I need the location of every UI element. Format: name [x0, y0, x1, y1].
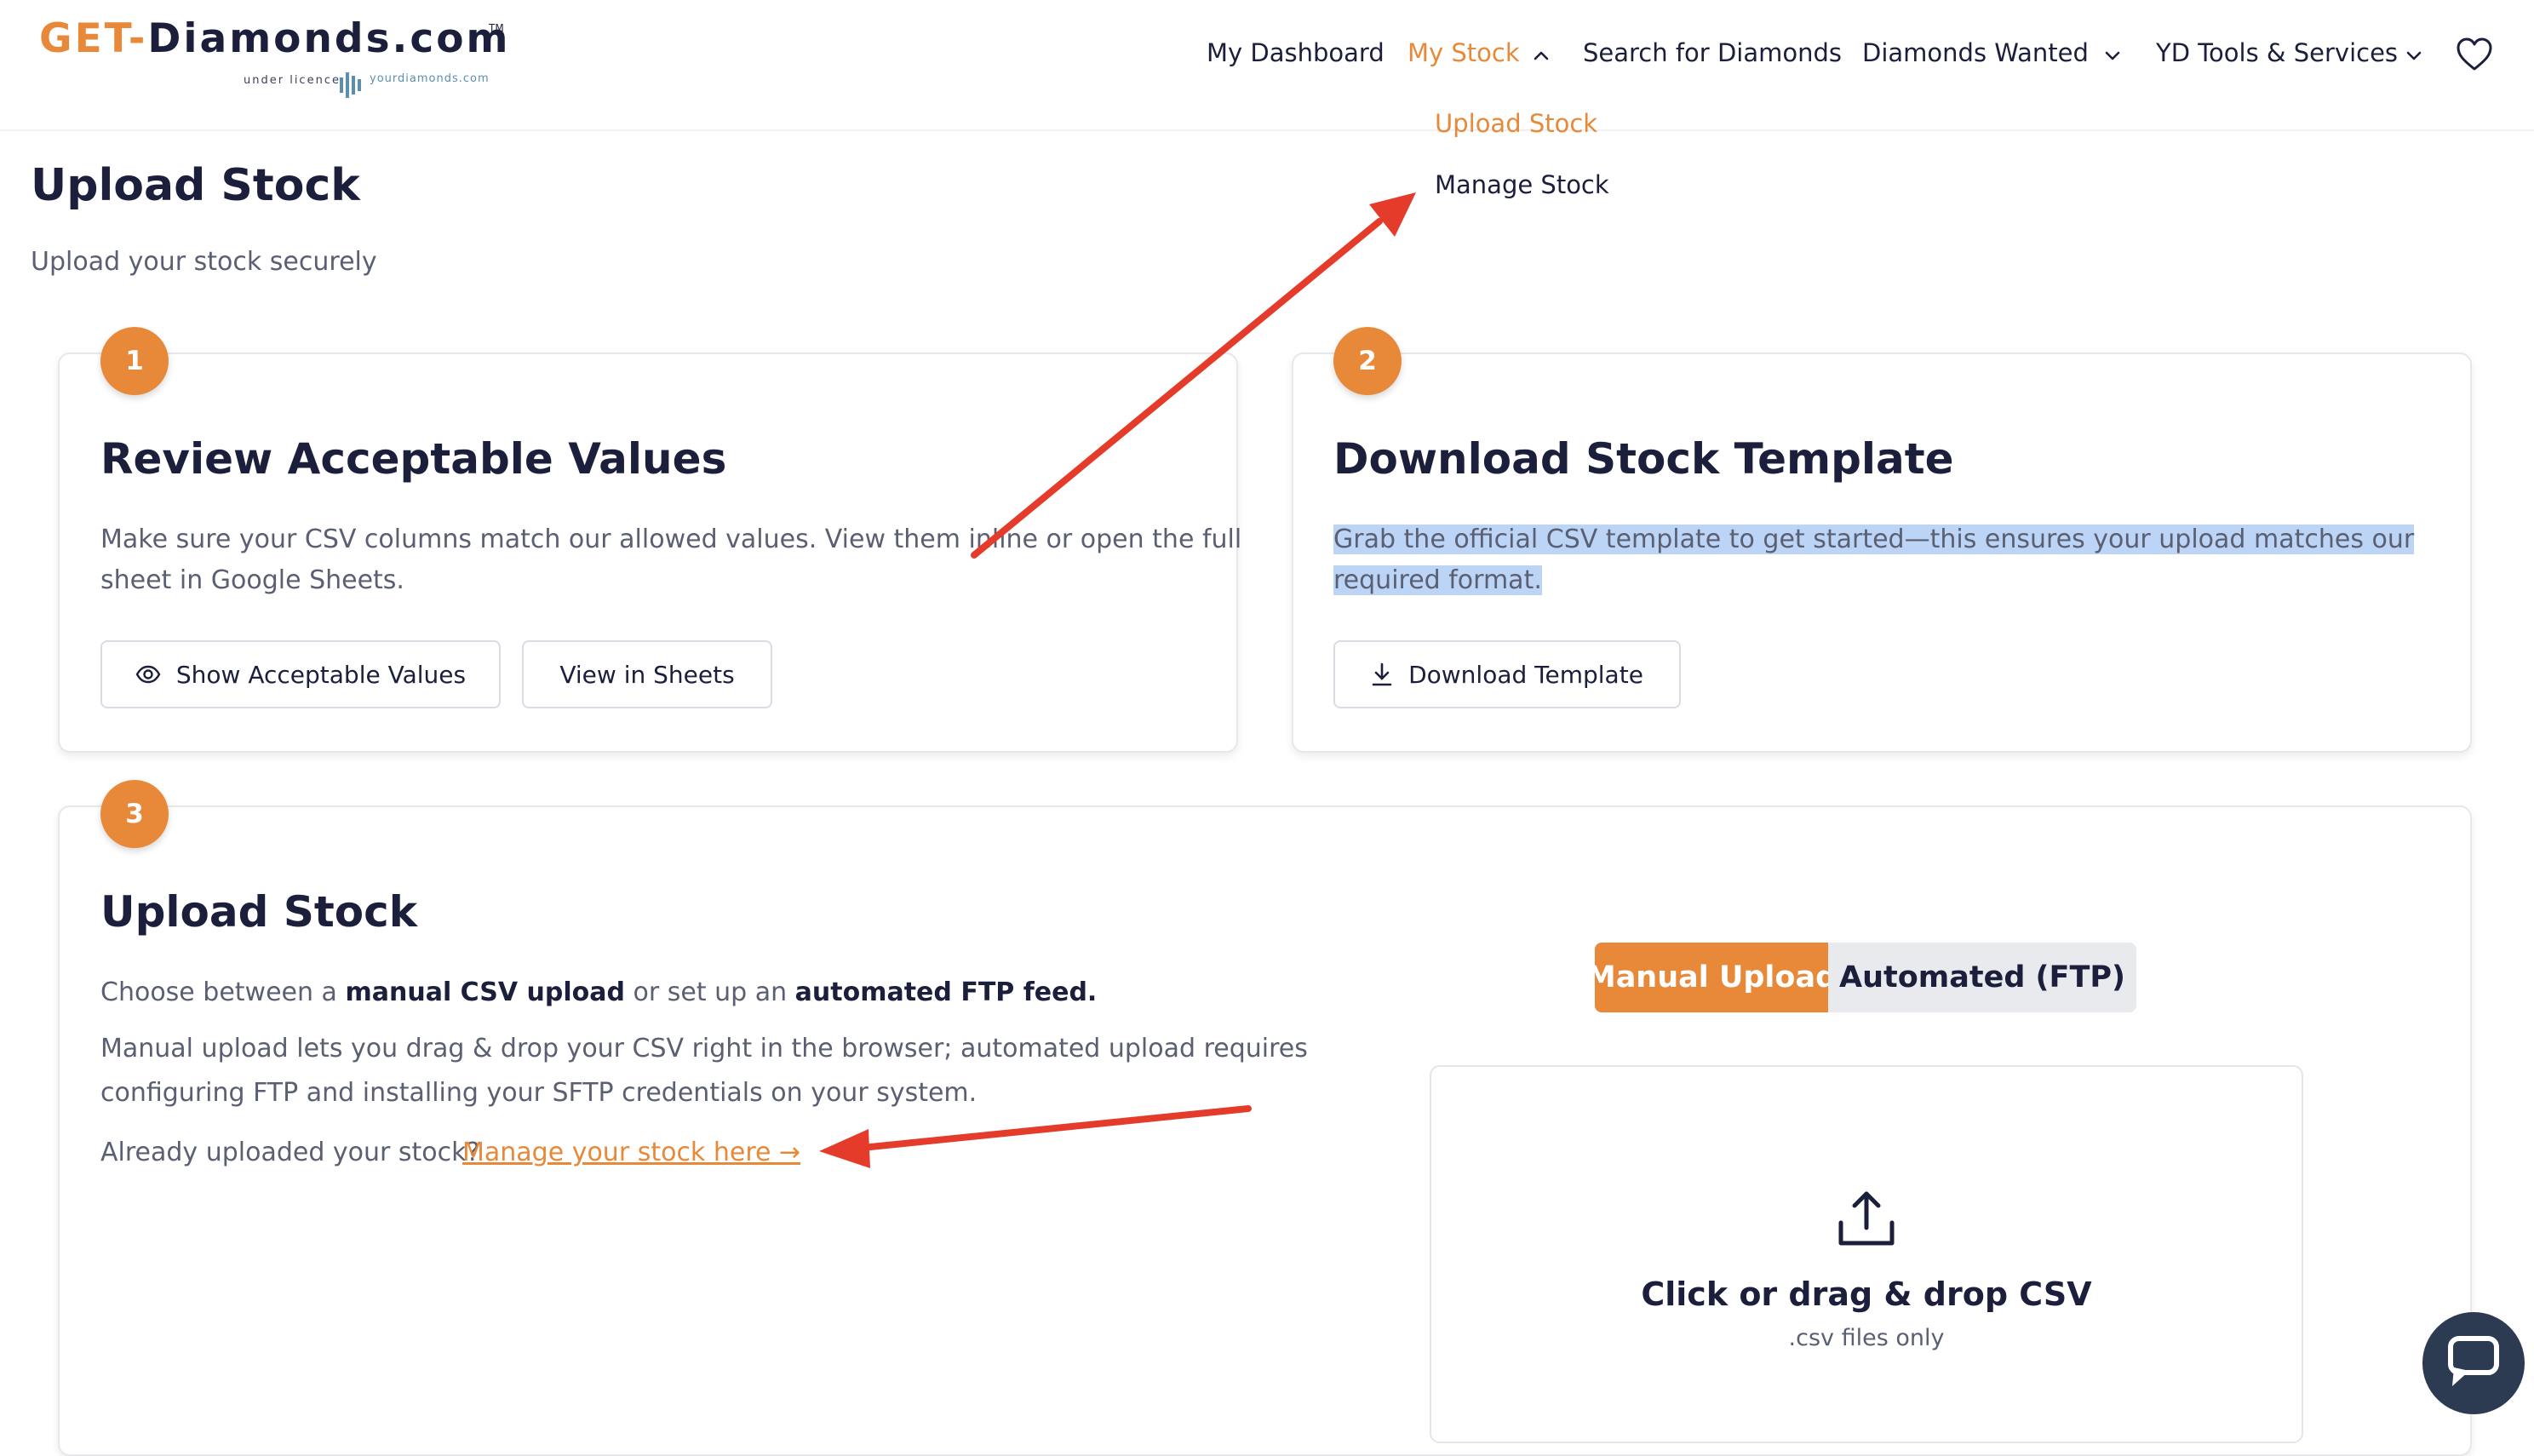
download-template-button[interactable]: Download Template	[1333, 640, 1681, 708]
csv-dropzone[interactable]	[1430, 1065, 2303, 1443]
page-subtitle: Upload your stock securely	[31, 247, 377, 277]
nav-search-for-diamonds[interactable]: Search for Diamonds	[1583, 38, 1842, 67]
menu-item-upload-stock[interactable]: Upload Stock	[1435, 109, 1597, 138]
heart-icon[interactable]	[2456, 37, 2493, 72]
nav-yd-tools-services[interactable]: YD Tools & Services	[2156, 38, 2398, 67]
nav-diamonds-wanted[interactable]: Diamonds Wanted	[1862, 38, 2089, 67]
site-logo[interactable]: GET-Diamonds.com	[39, 15, 511, 62]
card-text-review-values: Make sure your CSV columns match our all…	[100, 525, 1242, 595]
yourdiamonds-logo-icon	[340, 72, 361, 98]
card-title-review-values: Review Acceptable Values	[100, 434, 727, 484]
logo-partner: yourdiamonds.com	[370, 72, 490, 85]
logo-trademark: TM	[489, 22, 504, 34]
already-uploaded-text: Already uploaded your stock?	[100, 1138, 480, 1167]
upload-choice-text: Choose between a manual CSV upload or se…	[100, 977, 1098, 1007]
logo-under-licence: under licence	[244, 74, 341, 87]
chevron-down-icon[interactable]	[2101, 44, 2124, 66]
step-badge-3: 3	[100, 780, 169, 848]
card-title-download-template: Download Stock Template	[1333, 434, 1954, 484]
upload-icon	[1838, 1191, 1895, 1246]
dropzone-title: Click or drag & drop CSV	[1641, 1275, 2092, 1313]
automated-ftp-tab[interactable]: Automated (FTP)	[1828, 943, 2136, 1012]
chevron-up-icon[interactable]	[1530, 44, 1552, 66]
upload-mode-toggle: Manual Upload Automated (FTP)	[1595, 943, 2136, 1012]
manage-stock-link[interactable]: Manage your stock here →	[462, 1132, 800, 1173]
dropzone-subtitle: .csv files only	[1788, 1325, 1945, 1351]
step-badge-1: 1	[100, 327, 169, 395]
upload-description-text: Manual upload lets you drag & drop your …	[100, 1034, 1308, 1108]
chat-icon	[2448, 1336, 2499, 1386]
view-in-sheets-button[interactable]: View in Sheets	[522, 640, 772, 708]
chevron-down-icon[interactable]	[2403, 44, 2425, 66]
show-acceptable-values-button[interactable]: Show Acceptable Values	[100, 640, 501, 708]
download-icon	[1372, 662, 1392, 686]
manual-upload-tab[interactable]: Manual Upload	[1595, 943, 1837, 1012]
eye-icon	[135, 665, 161, 684]
nav-my-dashboard[interactable]: My Dashboard	[1207, 38, 1385, 67]
card-title-upload-stock: Upload Stock	[100, 887, 417, 937]
step-badge-2: 2	[1333, 327, 1402, 395]
page-title: Upload Stock	[31, 160, 360, 211]
card-text-download-template: Grab the official CSV template to get st…	[1333, 525, 2415, 595]
nav-my-stock[interactable]: My Stock	[1407, 38, 1520, 67]
menu-item-manage-stock[interactable]: Manage Stock	[1435, 170, 1609, 199]
